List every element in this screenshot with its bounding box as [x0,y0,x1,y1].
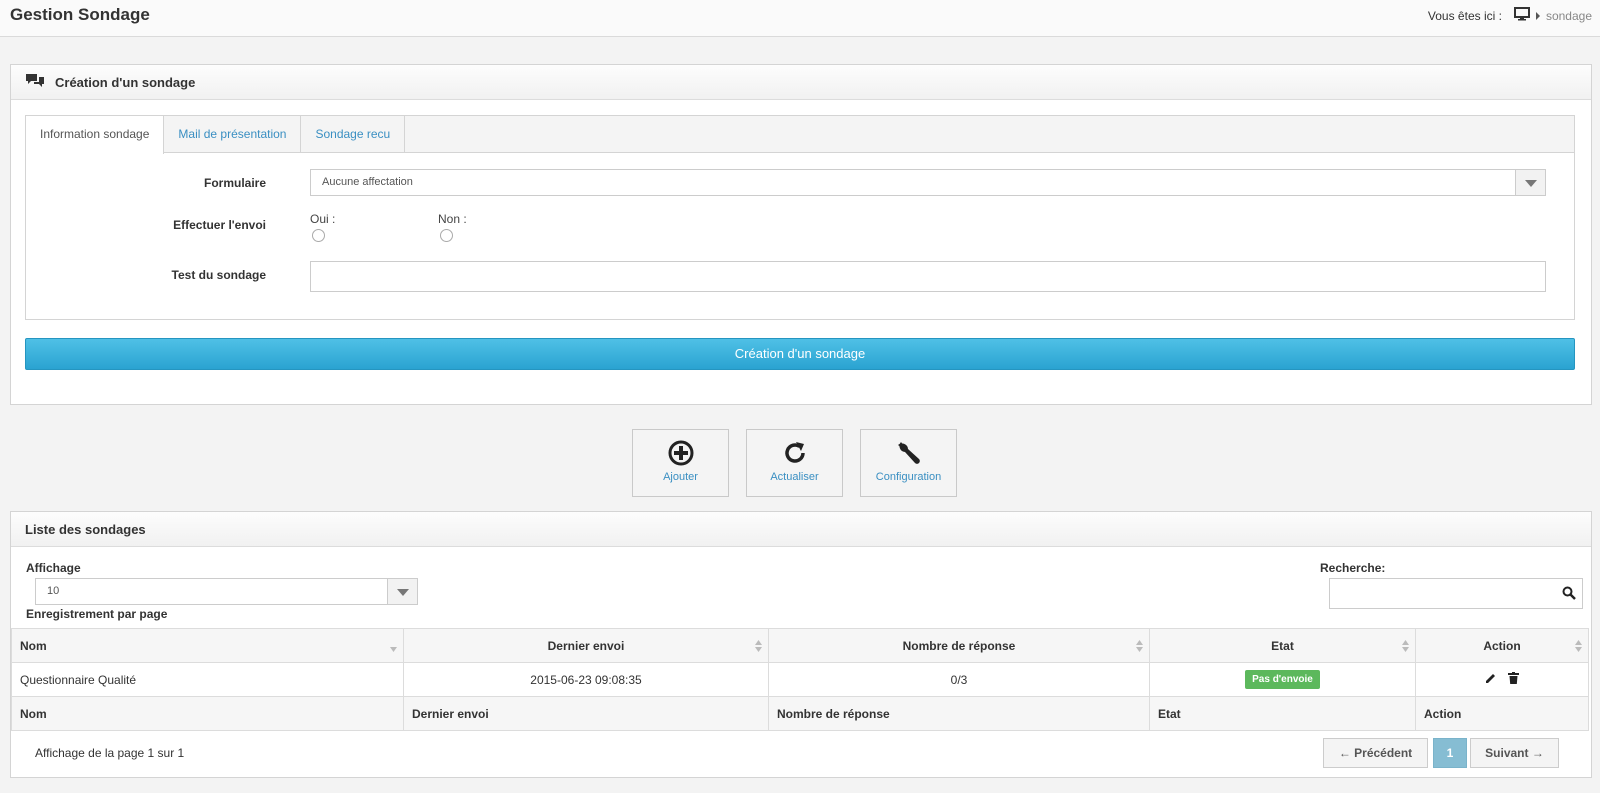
desktop-icon[interactable] [1513,7,1530,24]
breadcrumb: Vous êtes ici : sondage [1428,7,1592,24]
top-header: Gestion Sondage Vous êtes ici : sondage [0,0,1600,37]
footer-nom: Nom [11,696,404,731]
configuration-button[interactable]: Configuration [860,429,957,497]
sondages-table: Nom Dernier envoi Nombre de réponse Etat… [11,628,1589,731]
footer-etat: Etat [1149,696,1416,731]
trash-icon[interactable] [1508,672,1520,687]
table-row: Questionnaire Qualité 2015-06-23 09:08:3… [11,662,1589,697]
previous-page-button[interactable]: ← Précédent [1323,738,1428,768]
chevron-down-icon[interactable] [387,579,417,604]
page-1-button[interactable]: 1 [1433,738,1467,768]
non-radio[interactable] [440,229,453,242]
search-icon[interactable] [1562,586,1576,603]
list-panel-title: Liste des sondages [25,521,146,537]
formulaire-select-value: Aucune affectation [322,176,413,188]
sort-icon [1575,639,1582,653]
column-header-action[interactable]: Action [1415,628,1589,663]
search-input[interactable] [1329,578,1583,609]
column-header-nom[interactable]: Nom [11,628,404,663]
wrench-icon [895,439,923,467]
non-label: Non : [438,212,467,226]
tab-sondage-recu[interactable]: Sondage recu [301,116,406,152]
list-panel: Liste des sondages Affichage 10 Enregist… [10,511,1592,778]
page-size-value: 10 [47,585,60,597]
sort-icon [1136,639,1143,653]
sort-icon [755,639,762,653]
cell-dernier-envoi: 2015-06-23 09:08:35 [403,662,769,697]
configuration-button-label: Configuration [875,471,942,483]
column-header-dernier-envoi[interactable]: Dernier envoi [403,628,769,663]
cell-nom: Questionnaire Qualité [11,662,404,697]
formulaire-select[interactable]: Aucune affectation [310,169,1546,196]
creation-panel-title: Création d'un sondage [55,74,196,90]
cell-etat: Pas d'envoie [1149,662,1416,697]
comments-icon [25,73,45,92]
column-header-nombre-reponse[interactable]: Nombre de réponse [768,628,1150,663]
footer-nombre-reponse: Nombre de réponse [768,696,1150,731]
search-label: Recherche: [1320,561,1386,575]
test-sondage-input[interactable] [310,261,1546,292]
tab-information-sondage[interactable]: Information sondage [26,116,165,154]
formulaire-label: Formulaire [203,176,266,190]
status-badge: Pas d'envoie [1245,670,1320,689]
caret-right-icon [1535,11,1540,20]
oui-radio[interactable] [312,229,325,242]
add-button[interactable]: Ajouter [632,429,729,497]
test-label: Test du sondage [171,268,266,282]
refresh-icon [781,439,809,467]
sort-icon [1402,639,1409,653]
chevron-down-icon[interactable] [1515,170,1545,195]
table-header-row: Nom Dernier envoi Nombre de réponse Etat… [11,628,1589,663]
add-button-label: Ajouter [663,471,698,483]
breadcrumb-prefix: Vous êtes ici : [1427,8,1502,23]
creation-panel-header: Création d'un sondage [11,65,1591,100]
affichage-label: Affichage [26,561,81,575]
create-sondage-button[interactable]: Création d'un sondage [25,338,1575,370]
tab-mail-presentation[interactable]: Mail de présentation [164,116,302,152]
breadcrumb-current[interactable]: sondage [1546,9,1592,23]
cell-action [1415,662,1589,697]
table-footer-row: Nom Dernier envoi Nombre de réponse Etat… [11,696,1589,731]
refresh-button-label: Actualiser [770,471,819,483]
oui-label: Oui : [310,212,336,226]
tabs-box: Information sondage Mail de présentation… [25,115,1575,320]
tab-bar: Information sondage Mail de présentation… [26,116,1574,154]
per-page-label: Enregistrement par page [26,607,168,621]
footer-action: Action [1415,696,1589,731]
sort-desc-icon [390,639,397,653]
edit-icon[interactable] [1485,672,1497,687]
list-panel-header: Liste des sondages [11,512,1591,547]
page-size-select[interactable]: 10 [35,578,418,605]
refresh-button[interactable]: Actualiser [746,429,843,497]
cell-nombre-reponse: 0/3 [768,662,1150,697]
next-page-button[interactable]: Suivant → [1470,738,1559,768]
footer-dernier-envoi: Dernier envoi [403,696,769,731]
creation-panel: Création d'un sondage Information sondag… [10,64,1592,405]
column-header-etat[interactable]: Etat [1149,628,1416,663]
add-circle-icon [667,439,695,467]
page-info: Affichage de la page 1 sur 1 [35,746,185,760]
page-title: Gestion Sondage [10,5,150,24]
envoi-label: Effectuer l'envoi [173,218,266,232]
